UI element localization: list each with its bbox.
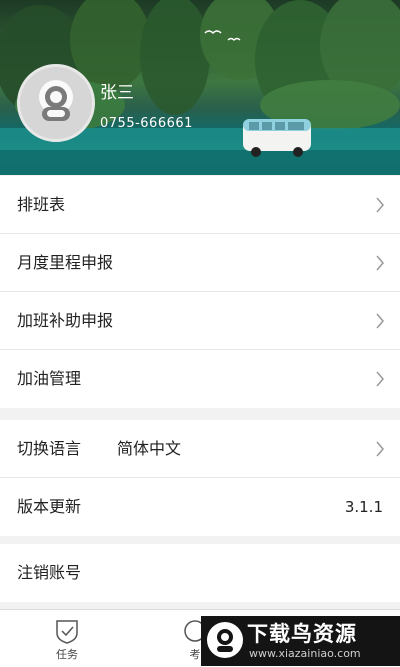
menu-item-label: 注销账号 xyxy=(17,563,82,582)
chevron-right-icon xyxy=(376,197,384,213)
chevron-right-icon xyxy=(376,313,384,329)
shield-check-icon xyxy=(56,620,78,644)
avatar-placeholder-icon xyxy=(20,67,92,139)
watermark-title: 下载鸟资源 xyxy=(247,622,357,646)
menu-item-label: 排班表 xyxy=(17,195,66,214)
menu-group-settings: 切换语言 简体中文 版本更新 3.1.1 xyxy=(0,420,400,536)
menu-item-label: 加油管理 xyxy=(17,369,82,388)
menu-item-schedule[interactable]: 排班表 xyxy=(0,176,400,234)
watermark-url: www.xiazainiao.com xyxy=(249,647,361,660)
version-number: 3.1.1 xyxy=(344,498,383,516)
user-name: 张三 xyxy=(100,83,134,103)
menu-item-monthly-mileage[interactable]: 月度里程申报 xyxy=(0,234,400,292)
tab-label: 任务 xyxy=(56,648,78,661)
menu-item-label: 切换语言 xyxy=(17,439,82,458)
tab-tasks[interactable]: 任务 xyxy=(27,610,107,667)
menu-group-account: 注销账号 xyxy=(0,544,400,602)
chevron-right-icon xyxy=(376,255,384,271)
menu-item-label: 月度里程申报 xyxy=(17,253,114,272)
menu-item-logout[interactable]: 注销账号 xyxy=(0,544,400,602)
menu-item-label: 版本更新 xyxy=(17,497,82,516)
chevron-right-icon xyxy=(376,441,384,457)
profile-header: 张三 0755-666661 xyxy=(0,0,400,175)
menu-group-main: 排班表 月度里程申报 加班补助申报 加油管理 xyxy=(0,176,400,408)
site-watermark: 下载鸟资源 www.xiazainiao.com xyxy=(201,616,400,666)
menu-item-label: 加班补助申报 xyxy=(17,311,114,330)
menu-item-version-update[interactable]: 版本更新 3.1.1 xyxy=(0,478,400,536)
chevron-right-icon xyxy=(376,371,384,387)
avatar[interactable] xyxy=(17,64,95,142)
menu-item-fuel-management[interactable]: 加油管理 xyxy=(0,350,400,408)
current-language-value: 简体中文 xyxy=(117,439,182,458)
watermark-logo-icon xyxy=(207,622,243,658)
menu-item-overtime-subsidy[interactable]: 加班补助申报 xyxy=(0,292,400,350)
user-phone: 0755-666661 xyxy=(100,116,193,131)
menu-item-switch-language[interactable]: 切换语言 简体中文 xyxy=(0,420,400,478)
